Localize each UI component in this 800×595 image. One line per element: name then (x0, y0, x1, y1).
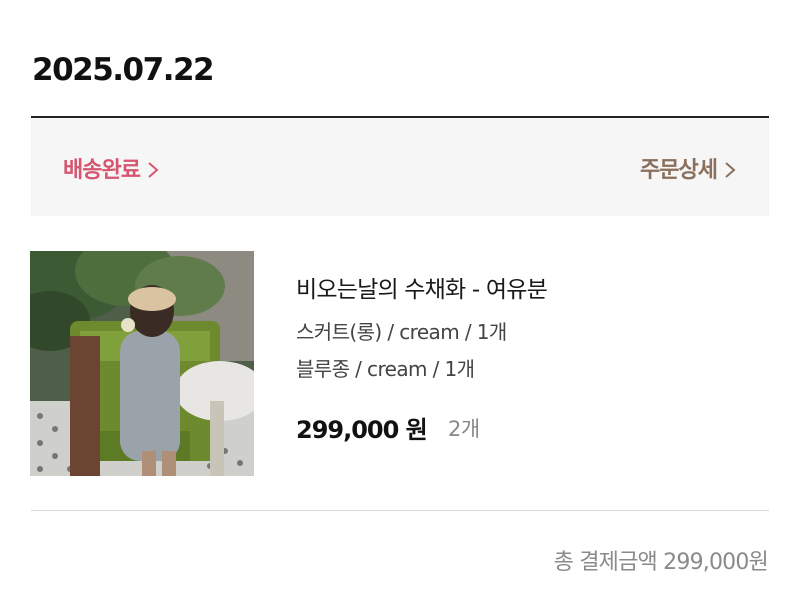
delivery-status-link[interactable]: 배송완료 (63, 152, 160, 184)
order-status-bar: 배송완료 주문상세 (31, 118, 769, 216)
chevron-right-icon (148, 161, 159, 178)
product-option: 스커트(롱) / cream / 1개 (296, 320, 507, 344)
product-price: 299,000 원 (296, 416, 428, 444)
total-payment: 총 결제금액 299,000원 (553, 550, 769, 575)
chevron-right-icon (725, 161, 736, 178)
product-option: 블루종 / cream / 1개 (296, 357, 475, 381)
order-detail-link[interactable]: 주문상세 (640, 152, 737, 184)
product-thumbnail[interactable] (30, 251, 254, 476)
delivery-status-label: 배송완료 (63, 158, 141, 183)
product-quantity: 2개 (448, 417, 480, 441)
product-name[interactable]: 비오는날의 수채화 - 여유분 (296, 270, 548, 304)
divider (31, 510, 769, 511)
order-detail-label: 주문상세 (640, 158, 718, 183)
order-date: 2025.07.22 (32, 52, 215, 88)
